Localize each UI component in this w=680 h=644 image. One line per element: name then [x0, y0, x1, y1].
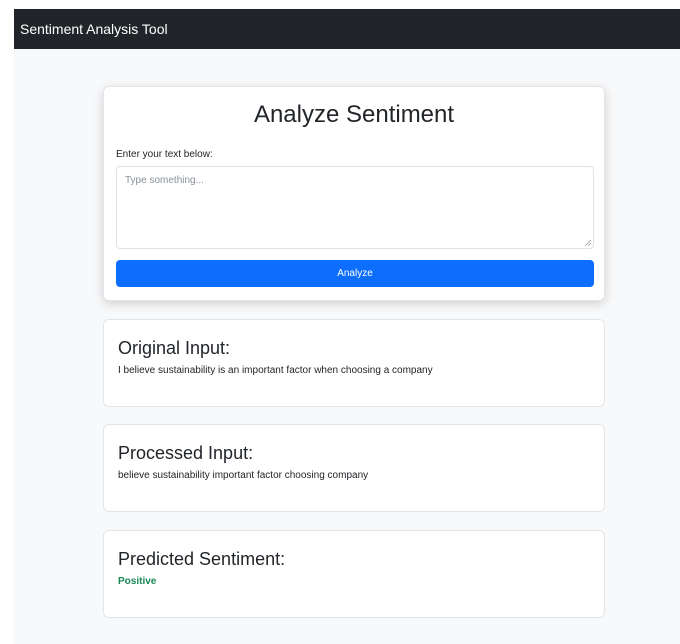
browser-viewport: Sentiment Analysis Tool Analyze Sentimen… [14, 9, 680, 644]
text-input-container [116, 166, 594, 249]
original-input-title: Original Input: [118, 338, 231, 358]
processed-input-title: Processed Input: [118, 443, 254, 463]
page-title: Analyze Sentiment [253, 101, 455, 128]
text-input[interactable] [117, 167, 593, 248]
predicted-sentiment-card: Predicted Sentiment: Positive [103, 530, 605, 618]
navbar: Sentiment Analysis Tool [14, 9, 680, 49]
text-input-label: Enter your text below: [116, 149, 213, 160]
original-input-text: I believe sustainability is an important… [118, 365, 433, 376]
predicted-sentiment-title: Predicted Sentiment: [118, 549, 286, 569]
resize-handle-icon[interactable] [584, 239, 591, 246]
sentiment-value: Positive [118, 576, 157, 587]
analyze-button[interactable]: Analyze [116, 260, 594, 287]
navbar-brand[interactable]: Sentiment Analysis Tool [20, 21, 168, 37]
processed-input-text: believe sustainability important factor … [118, 470, 369, 481]
analyze-card: Analyze Sentiment Enter your text below:… [103, 86, 605, 301]
original-input-card: Original Input: I believe sustainability… [103, 319, 605, 407]
processed-input-card: Processed Input: believe sustainability … [103, 424, 605, 512]
